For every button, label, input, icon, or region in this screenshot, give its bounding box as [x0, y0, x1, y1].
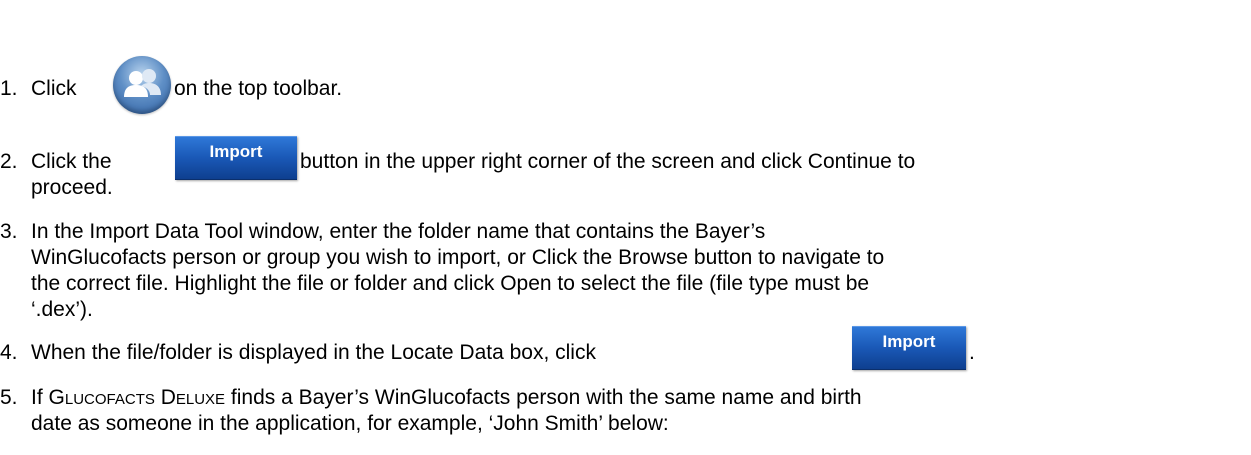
import-button-label: Import	[882, 332, 936, 351]
import-button[interactable]: Import	[175, 136, 297, 180]
step-text-before: Click the	[31, 150, 112, 173]
step-text-line: WinGlucofacts person or group you wish t…	[31, 246, 885, 269]
group-users-icon[interactable]	[113, 56, 171, 114]
group-users-glyph	[124, 69, 161, 97]
step-text: When the file/folder is displayed in the…	[31, 340, 1247, 366]
app-name: Glucofacts Deluxe	[48, 386, 226, 409]
step-text-line2: proceed.	[31, 176, 113, 199]
step-2-after: button in the upper right corner of the …	[300, 149, 915, 175]
import-button[interactable]: Import	[852, 326, 966, 370]
step-2-line2: proceed.	[31, 175, 113, 201]
step-text-after: button in the upper right corner of the …	[300, 150, 916, 173]
step-text-rest: finds a Bayer’s WinGlucofacts person wit…	[230, 386, 862, 409]
step-text-after: on the top toolbar.	[174, 77, 343, 100]
step-1-after: on the top toolbar.	[174, 76, 342, 102]
step-text-line: the correct file. Highlight the file or …	[31, 272, 870, 295]
import-button-label: Import	[209, 142, 263, 161]
step-prefix: If	[31, 386, 43, 409]
step-text: In the Import Data Tool window, enter th…	[31, 219, 1247, 323]
step-text-before: Click	[31, 77, 77, 100]
step-text-after: .	[969, 341, 975, 364]
step-text-line: In the Import Data Tool window, enter th…	[31, 220, 766, 243]
step-text-line: ‘.dex’).	[31, 298, 93, 321]
step-4-after: .	[969, 340, 975, 366]
step-text: If Glucofacts Deluxe finds a Bayer’s Win…	[31, 385, 1247, 437]
step-text-line: If Glucofacts Deluxe finds a Bayer’s Win…	[31, 385, 1247, 411]
step-text-before: When the file/folder is displayed in the…	[31, 341, 596, 364]
step-text-line: date as someone in the application, for …	[31, 412, 669, 435]
